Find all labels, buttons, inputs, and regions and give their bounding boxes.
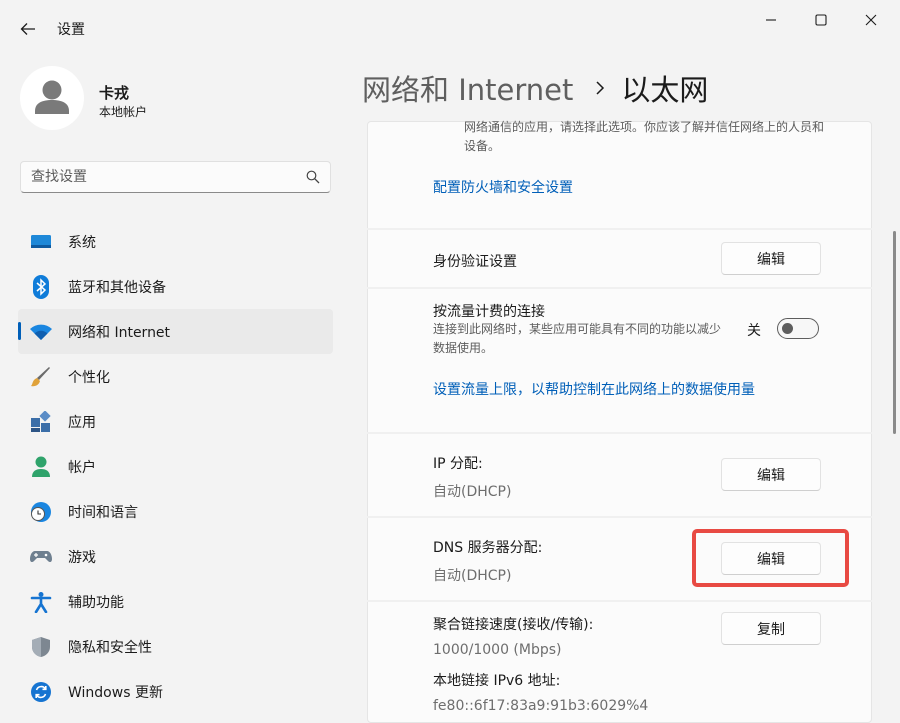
scrollbar-thumb[interactable] [893, 231, 896, 434]
sidebar-item-label: 网络和 Internet [68, 324, 171, 341]
app-title: 设置 [57, 22, 85, 38]
back-button[interactable] [14, 16, 42, 42]
minimize-icon [766, 19, 776, 21]
sidebar-item-label: 游戏 [68, 549, 96, 566]
dns-assignment-value: 自动(DHCP) [433, 568, 512, 584]
chevron-right-icon [595, 80, 605, 96]
divider [367, 600, 872, 602]
metered-toggle-state: 关 [747, 323, 761, 339]
wifi-icon [29, 320, 53, 344]
sidebar-item-gaming[interactable]: 游戏 [18, 534, 333, 579]
divider [367, 287, 872, 289]
annotation-highlight-box [692, 529, 849, 587]
divider [367, 432, 872, 434]
title-bar: 设置 [0, 0, 900, 52]
bluetooth-icon [29, 274, 53, 299]
metered-connection-description: 连接到此网络时，某些应用可能具有不同的功能以减少数据使用。 [433, 322, 722, 355]
breadcrumb: 网络和 Internet 以太网 [362, 66, 708, 110]
apps-icon [29, 410, 53, 434]
sidebar-item-time-language[interactable]: 时间和语言 [18, 489, 333, 534]
sidebar-item-system[interactable]: 系统 [18, 219, 333, 264]
sidebar-item-personalization[interactable]: 个性化 [18, 354, 333, 399]
sidebar-item-network[interactable]: 网络和 Internet [18, 309, 333, 354]
user-avatar-icon [35, 80, 69, 114]
close-button[interactable] [848, 6, 894, 34]
close-icon [865, 14, 877, 26]
firewall-settings-link[interactable]: 配置防火墙和安全设置 [433, 177, 573, 197]
minimize-button[interactable] [748, 6, 794, 34]
ipv6-address-value: fe80::6f17:83a9:91b3:6029%4 [433, 698, 649, 714]
auth-settings-label: 身份验证设置 [433, 254, 517, 270]
sidebar-item-windows-update[interactable]: Windows 更新 [18, 669, 333, 714]
sidebar-item-accounts[interactable]: 帐户 [18, 444, 333, 489]
sidebar-item-label: 辅助功能 [68, 594, 124, 611]
divider [367, 228, 872, 230]
sidebar-item-bluetooth[interactable]: 蓝牙和其他设备 [18, 264, 333, 309]
sidebar-item-accessibility[interactable]: 辅助功能 [18, 579, 333, 624]
breadcrumb-parent-link[interactable]: 网络和 Internet [362, 67, 573, 109]
dns-assignment-label: DNS 服务器分配: [433, 540, 543, 556]
page-title: 以太网 [621, 73, 709, 107]
copy-button[interactable]: 复制 [721, 612, 821, 645]
avatar[interactable] [20, 66, 84, 130]
sidebar-item-label: 个性化 [68, 369, 110, 386]
maximize-icon [815, 14, 827, 26]
brush-icon [29, 365, 53, 389]
sidebar-item-label: Windows 更新 [68, 684, 163, 701]
link-speed-label: 聚合链接速度(接收/传输): [433, 617, 594, 633]
metered-connection-label: 按流量计费的连接 [433, 304, 545, 320]
sidebar-item-label: 蓝牙和其他设备 [68, 279, 166, 296]
user-name: 卡戎 [99, 84, 130, 102]
update-icon [29, 680, 53, 704]
auth-edit-button[interactable]: 编辑 [721, 242, 821, 275]
search-input[interactable] [31, 167, 291, 187]
system-icon [29, 230, 53, 254]
network-profile-description: 网络通信的应用，请选择此选项。你应该了解并信任网络上的人员和设备。 [464, 120, 825, 153]
sidebar-item-label: 应用 [68, 414, 96, 431]
sidebar-item-label: 帐户 [68, 459, 96, 476]
sidebar-item-label: 隐私和安全性 [68, 639, 152, 656]
link-speed-value: 1000/1000 (Mbps) [433, 642, 562, 658]
account-icon [29, 455, 53, 479]
search-icon[interactable] [306, 170, 320, 184]
sidebar-item-apps[interactable]: 应用 [18, 399, 333, 444]
gamepad-icon [29, 545, 53, 569]
ip-edit-button[interactable]: 编辑 [721, 458, 821, 491]
ipv6-address-label: 本地链接 IPv6 地址: [433, 673, 561, 689]
sidebar-item-label: 系统 [68, 234, 96, 251]
shield-icon [29, 635, 53, 659]
divider [367, 516, 872, 518]
back-arrow-icon [20, 23, 35, 35]
accessibility-icon [29, 590, 53, 614]
data-limit-link[interactable]: 设置流量上限，以帮助控制在此网络上的数据使用量 [433, 379, 755, 399]
maximize-button[interactable] [798, 6, 844, 34]
ip-assignment-label: IP 分配: [433, 456, 483, 472]
sidebar-item-label: 时间和语言 [68, 504, 138, 521]
account-type: 本地帐户 [99, 105, 148, 119]
sidebar-nav: 系统 蓝牙和其他设备 网络和 Internet 个性化 应用 帐户 时间和语言 … [18, 219, 333, 714]
toggle-knob [782, 323, 793, 334]
metered-connection-toggle[interactable] [777, 318, 819, 339]
sidebar-item-privacy[interactable]: 隐私和安全性 [18, 624, 333, 669]
globe-clock-icon [29, 500, 53, 524]
search-box[interactable] [20, 161, 331, 193]
ip-assignment-value: 自动(DHCP) [433, 484, 512, 500]
